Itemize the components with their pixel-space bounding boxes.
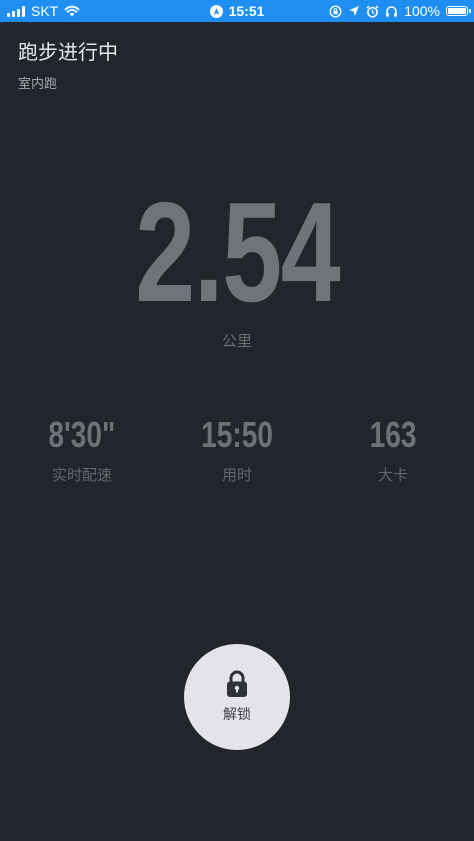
pace-label: 实时配速 [51, 466, 112, 484]
distance-unit: 公里 [221, 332, 252, 350]
run-type-label: 室内跑 [18, 77, 58, 92]
pace-value: 8'30" [48, 414, 116, 455]
alarm-icon [366, 5, 379, 18]
screen-lock-icon [329, 4, 342, 18]
distance-display: 2.54 [0, 168, 474, 338]
location-icon [209, 4, 223, 18]
page-title: 跑步进行中 [18, 40, 118, 64]
duration-value: 15:50 [201, 414, 273, 455]
headphones-icon [386, 5, 397, 17]
metric-duration: 15:50 用时 [158, 412, 316, 485]
status-bar-right: 100% [329, 0, 471, 22]
metric-pace: 8'30" 实时配速 [3, 412, 161, 485]
unlock-label: 解锁 [223, 707, 251, 723]
status-time: 15:51 [228, 3, 265, 19]
calories-value: 163 [369, 414, 417, 455]
metric-calories: 163 大卡 [314, 412, 472, 485]
duration-label: 用时 [221, 466, 252, 484]
battery-icon [446, 6, 471, 16]
battery-percent: 100% [404, 3, 440, 19]
navigation-icon [349, 6, 360, 16]
lock-icon [227, 670, 247, 697]
status-bar: SKT 15:51 100% [0, 0, 474, 22]
calories-label: 大卡 [377, 466, 408, 484]
unlock-button[interactable]: 解锁 [184, 644, 290, 750]
distance-value: 2.54 [135, 173, 340, 332]
